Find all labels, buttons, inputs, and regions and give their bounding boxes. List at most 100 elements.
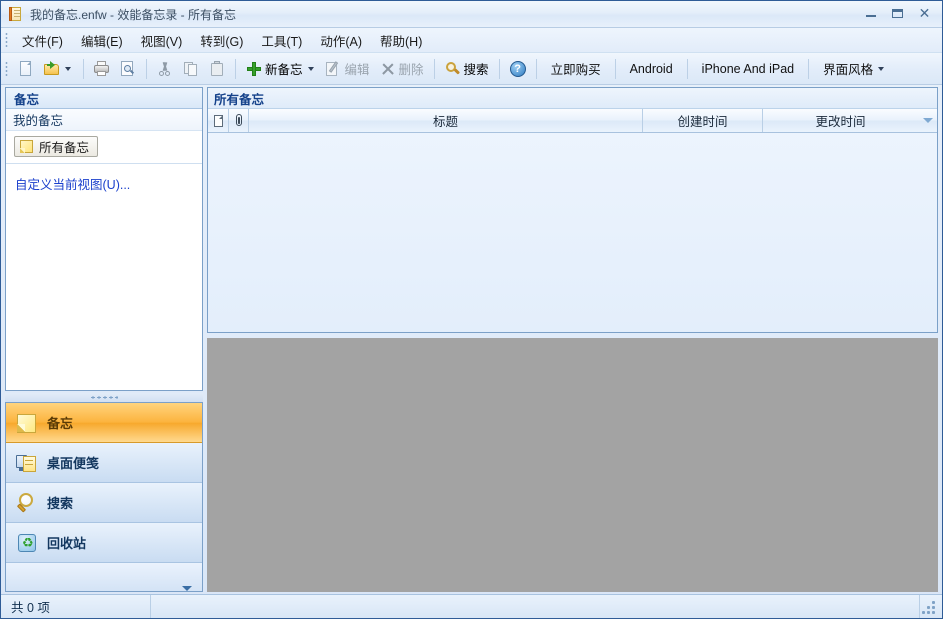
menu-file[interactable]: 文件(F): [13, 27, 72, 54]
column-created-time[interactable]: 创建时间: [643, 109, 763, 132]
menu-edit[interactable]: 编辑(E): [72, 27, 132, 54]
menu-view[interactable]: 视图(V): [132, 27, 192, 54]
search-button[interactable]: 搜索: [440, 57, 494, 81]
magnifier-icon: [445, 61, 461, 77]
sidebar-item-memos[interactable]: 备忘: [6, 403, 202, 443]
list-column-header: 标题 创建时间 更改时间: [208, 109, 937, 133]
buy-now-button[interactable]: 立即购买: [542, 58, 610, 80]
recycle-bin-icon: ♻: [15, 531, 39, 555]
menubar-grip[interactable]: [5, 32, 8, 48]
sidebar-group-my-memos: 我的备忘: [6, 109, 202, 131]
toolbar-separator: [615, 59, 616, 79]
toolbar-grip[interactable]: [5, 61, 8, 77]
list-title: 所有备忘: [208, 88, 937, 109]
sidebar-item-all-memos-label: 所有备忘: [39, 137, 89, 156]
status-item-count: 共 0 项: [1, 595, 151, 618]
document-icon: [214, 115, 223, 127]
sidebar: 备忘 我的备忘 所有备忘 自定义当前视图(U)... 备忘: [5, 87, 203, 592]
delete-button[interactable]: 删除: [375, 57, 429, 81]
body-area: 备忘 我的备忘 所有备忘 自定义当前视图(U)... 备忘: [1, 85, 942, 594]
status-filler: [151, 595, 920, 618]
copy-icon: [183, 61, 199, 77]
iphone-ipad-button[interactable]: iPhone And iPad: [693, 58, 803, 80]
sidebar-item-recycle-bin[interactable]: ♻ 回收站: [6, 523, 202, 563]
customize-current-view-link[interactable]: 自定义当前视图(U)...: [15, 178, 130, 192]
toolbar-separator: [146, 59, 147, 79]
new-document-icon: [18, 61, 34, 77]
desktop-note-icon: [15, 451, 39, 475]
new-memo-label: 新备忘: [265, 59, 303, 78]
android-button[interactable]: Android: [621, 58, 682, 80]
sidebar-nav-expander[interactable]: [6, 563, 202, 592]
print-preview-button[interactable]: [115, 57, 141, 81]
window-title: 我的备忘.enfw - 效能备忘录 - 所有备忘: [30, 6, 236, 23]
column-title[interactable]: 标题: [249, 109, 643, 132]
pencil-icon: [326, 61, 342, 77]
paste-button[interactable]: [204, 57, 230, 81]
column-modified-time[interactable]: 更改时间: [763, 109, 918, 132]
close-button[interactable]: ✕: [911, 3, 938, 23]
column-chooser-button[interactable]: [918, 109, 937, 132]
sidebar-item-search[interactable]: 搜索: [6, 483, 202, 523]
menu-tools[interactable]: 工具(T): [252, 27, 311, 54]
toolbar-separator: [434, 59, 435, 79]
menu-goto[interactable]: 转到(G): [191, 27, 252, 54]
skin-style-label: 界面风格: [823, 59, 873, 78]
open-file-button[interactable]: [39, 57, 78, 81]
note-icon: [15, 411, 39, 435]
paperclip-icon: [234, 114, 244, 127]
sidebar-item-desktop-notes-label: 桌面便笺: [47, 453, 99, 472]
new-memo-button[interactable]: 新备忘: [241, 57, 321, 81]
minimize-button[interactable]: [857, 3, 884, 23]
menu-bar: 文件(F) 编辑(E) 视图(V) 转到(G) 工具(T) 动作(A) 帮助(H…: [1, 28, 942, 53]
notepad-icon: [8, 6, 24, 22]
toolbar: 新备忘 编辑 删除 搜索 ? 立即购买 Android iPhone And i…: [1, 53, 942, 85]
chevron-down-icon: [923, 118, 933, 123]
sidebar-folder-panel: 备忘 我的备忘 所有备忘 自定义当前视图(U)...: [5, 87, 203, 391]
sidebar-item-memos-label: 备忘: [47, 413, 73, 432]
toolbar-separator: [536, 59, 537, 79]
resize-grip-icon[interactable]: [920, 595, 942, 618]
memo-list-panel: 所有备忘 标题 创建时间 更改时间: [207, 87, 938, 333]
sidebar-item-search-label: 搜索: [47, 493, 73, 512]
main-pane: 所有备忘 标题 创建时间 更改时间: [207, 87, 938, 592]
printer-icon: [94, 61, 110, 77]
status-bar: 共 0 项: [1, 594, 942, 618]
help-icon: ?: [510, 61, 526, 77]
column-document-icon[interactable]: [208, 109, 229, 132]
preview-pane[interactable]: [207, 338, 938, 592]
edit-button[interactable]: 编辑: [321, 57, 375, 81]
chevron-down-icon: [182, 586, 192, 591]
menu-help[interactable]: 帮助(H): [371, 27, 431, 54]
yellow-note-icon: [19, 139, 34, 154]
open-folder-icon: [44, 61, 60, 77]
column-attachment-icon[interactable]: [229, 109, 249, 132]
print-preview-icon: [120, 61, 136, 77]
toolbar-separator: [687, 59, 688, 79]
x-icon: [380, 61, 396, 77]
sidebar-nav: 备忘 桌面便笺 搜索 ♻ 回收站: [5, 402, 203, 592]
magnifier-icon: [15, 491, 39, 515]
sidebar-item-desktop-notes[interactable]: 桌面便笺: [6, 443, 202, 483]
new-memo-dropdown-arrow[interactable]: [308, 67, 314, 71]
cut-button[interactable]: [152, 57, 178, 81]
sidebar-link-wrap: 自定义当前视图(U)...: [6, 164, 202, 193]
toolbar-separator: [499, 59, 500, 79]
help-button[interactable]: ?: [505, 57, 531, 81]
memo-list-body[interactable]: [208, 134, 937, 332]
skin-style-dropdown-arrow[interactable]: [878, 67, 884, 71]
skin-style-button[interactable]: 界面风格: [814, 58, 895, 80]
print-button[interactable]: [89, 57, 115, 81]
sidebar-splitter[interactable]: [5, 393, 203, 402]
menu-actions[interactable]: 动作(A): [311, 27, 371, 54]
sidebar-item-recycle-bin-label: 回收站: [47, 533, 86, 552]
paste-icon: [209, 61, 225, 77]
maximize-button[interactable]: [884, 3, 911, 23]
toolbar-separator: [235, 59, 236, 79]
search-label: 搜索: [464, 59, 489, 78]
toolbar-separator: [808, 59, 809, 79]
open-file-dropdown-arrow[interactable]: [65, 67, 71, 71]
sidebar-item-all-memos[interactable]: 所有备忘: [14, 136, 98, 157]
copy-button[interactable]: [178, 57, 204, 81]
new-document-button[interactable]: [13, 57, 39, 81]
